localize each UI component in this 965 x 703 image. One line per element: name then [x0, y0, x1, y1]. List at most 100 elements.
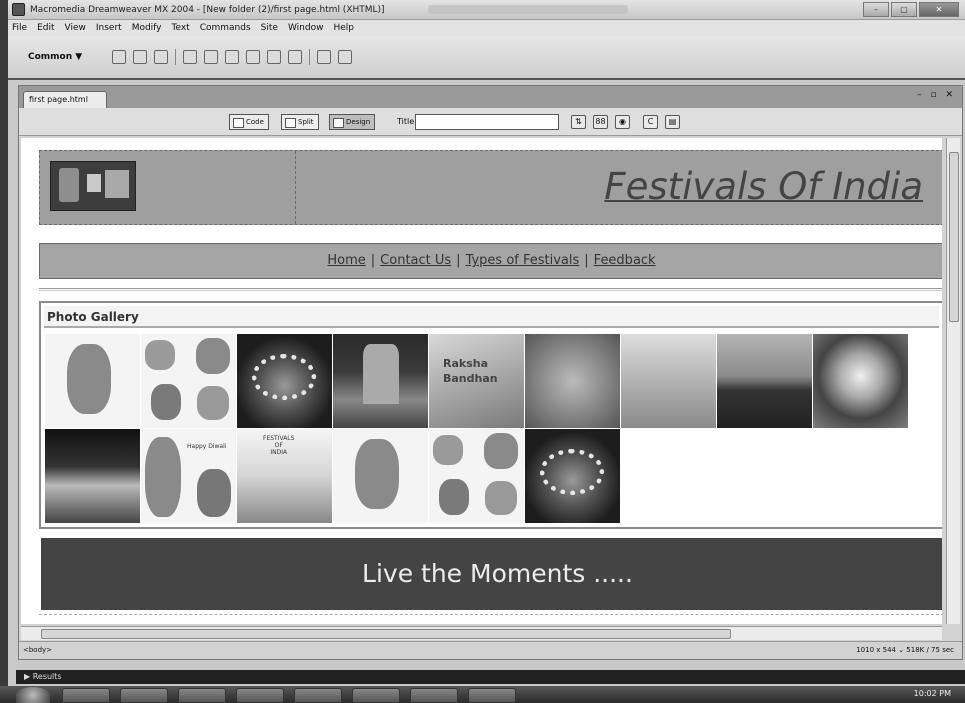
gallery-photo-crowd[interactable] [717, 334, 812, 428]
document-window-controls[interactable]: – ▫ ✕ [917, 90, 956, 100]
menu-modify[interactable]: Modify [132, 23, 162, 33]
menu-edit[interactable]: Edit [37, 23, 54, 33]
maximize-button[interactable]: ▢ [891, 2, 917, 17]
nav-link-feedback[interactable]: Feedback [594, 253, 656, 268]
diya-ring [252, 354, 316, 400]
gallery-photo-festivals-card[interactable]: FESTIVALS OF INDIA [237, 429, 332, 523]
menu-site[interactable]: Site [261, 23, 278, 33]
gallery-photo-india-map-2[interactable] [333, 429, 428, 523]
nav-separator: | [456, 253, 461, 268]
menu-help[interactable]: Help [333, 23, 354, 33]
gallery-photo-deity[interactable] [525, 334, 620, 428]
navigation-bar: Home | Contact Us | Types of Festivals | Feedb… [39, 243, 942, 279]
dreamweaver-window: Macromedia Dreamweaver MX 2004 - [New fo… [8, 0, 965, 703]
india-map-shape [355, 439, 399, 509]
gallery-photo-temple-night[interactable] [333, 334, 428, 428]
tag-chooser-icon[interactable] [338, 50, 353, 64]
design-view-button[interactable]: Design [329, 114, 376, 130]
refresh-icon[interactable]: C [643, 115, 658, 129]
photo-gallery: Photo Gallery Raksha Bandhan Happy Diwal… [39, 301, 942, 529]
insert-category-dropdown[interactable]: Common ▼ [28, 52, 82, 62]
view-options-icon[interactable]: ▤ [665, 115, 680, 129]
date-icon[interactable] [267, 50, 282, 64]
menu-text[interactable]: Text [172, 23, 190, 33]
file-management-icon[interactable]: ⇅ [571, 115, 586, 129]
menu-file[interactable]: File [12, 23, 27, 33]
page-header[interactable]: Festivals Of India [39, 150, 942, 225]
footer-rule [39, 614, 942, 615]
menu-bar: File Edit View Insert Modify Text Comman… [8, 20, 965, 36]
close-button[interactable]: ✕ [919, 2, 959, 17]
menu-insert[interactable]: Insert [96, 23, 122, 33]
template-icon[interactable] [317, 50, 332, 64]
nav-link-home[interactable]: Home [327, 253, 365, 268]
validate-icon[interactable]: 88 [593, 115, 608, 129]
temple-shape [363, 344, 399, 404]
taskbar-clock[interactable]: 10:02 PM [914, 689, 951, 698]
gallery-photo-chariot[interactable] [813, 334, 908, 428]
logo-figure [105, 170, 129, 198]
menu-view[interactable]: View [65, 23, 86, 33]
email-icon[interactable] [133, 50, 148, 64]
header-cell-divider [295, 151, 296, 224]
site-logo[interactable] [50, 161, 136, 211]
gallery-photo-india-map[interactable] [45, 334, 140, 428]
horizontal-scroll-thumb[interactable] [41, 629, 731, 639]
image-icon[interactable] [225, 50, 240, 64]
design-canvas[interactable]: Festivals Of India Home | Contact Us | Types… [21, 138, 942, 624]
title-bar: Macromedia Dreamweaver MX 2004 - [New fo… [8, 0, 965, 20]
window-controls: – ▢ ✕ [863, 2, 959, 17]
gallery-photo-raksha-bandhan[interactable]: Raksha Bandhan [429, 334, 524, 428]
gallery-photo-palace-lights[interactable] [45, 429, 140, 523]
anchor-icon[interactable] [154, 50, 169, 64]
collage-shape [145, 340, 175, 370]
layer-icon[interactable] [204, 50, 219, 64]
nav-link-types-of-festivals[interactable]: Types of Festivals [466, 253, 580, 268]
taskbar-app-button[interactable] [236, 688, 284, 703]
comment-icon[interactable] [288, 50, 303, 64]
title-label: Title: [397, 117, 417, 126]
gallery-title: Photo Gallery [44, 306, 939, 328]
vertical-scroll-thumb[interactable] [949, 152, 959, 322]
gallery-photo-collage[interactable] [141, 334, 236, 428]
toolbar-separator [175, 49, 177, 65]
taskbar-app-button[interactable] [120, 688, 168, 703]
vertical-scrollbar[interactable] [946, 138, 960, 624]
gallery-photo-collage-2[interactable] [429, 429, 524, 523]
gallery-photo-air-show[interactable] [621, 334, 716, 428]
taskbar-app-button[interactable] [62, 688, 110, 703]
taskbar-app-button[interactable] [468, 688, 516, 703]
menu-commands[interactable]: Commands [200, 23, 251, 33]
page-title-input[interactable] [415, 114, 559, 130]
hyperlink-icon[interactable] [112, 50, 127, 64]
media-icon[interactable] [246, 50, 261, 64]
start-button[interactable] [16, 687, 50, 703]
gallery-photo-diya-ring-2[interactable] [525, 429, 620, 523]
collage-shape [196, 338, 230, 374]
insert-bar: Common ▼ [8, 36, 965, 80]
taskbar-app-button[interactable] [294, 688, 342, 703]
menu-window[interactable]: Window [288, 23, 324, 33]
india-map-shape [67, 344, 111, 414]
preview-browser-icon[interactable]: ◉ [615, 115, 630, 129]
collage-shape [485, 481, 517, 515]
raksha-bandhan-text: Raksha Bandhan [443, 357, 498, 385]
horizontal-scrollbar[interactable] [21, 626, 942, 640]
taskbar-app-button[interactable] [410, 688, 458, 703]
tag-selector-body[interactable]: <body> [23, 646, 52, 654]
taskbar: 10:02 PM [0, 686, 965, 703]
split-view-button[interactable]: Split [281, 114, 319, 130]
taskbar-app-button[interactable] [352, 688, 400, 703]
gallery-photo-greeting-card[interactable]: Happy Diwali [141, 429, 236, 523]
greeting-text: Happy Diwali [187, 443, 227, 450]
code-view-button[interactable]: Code [229, 114, 269, 130]
table-icon[interactable] [183, 50, 198, 64]
nav-link-contact-us[interactable]: Contact Us [380, 253, 451, 268]
results-panel-header[interactable]: ▶ Results [16, 670, 965, 684]
site-title[interactable]: Festivals Of India [604, 165, 923, 208]
document-tab[interactable]: first page.html [23, 91, 107, 108]
minimize-button[interactable]: – [863, 2, 889, 17]
gallery-photo-diya-ring[interactable] [237, 334, 332, 428]
taskbar-app-button[interactable] [178, 688, 226, 703]
page-footer[interactable]: Live the Moments ..... [41, 538, 942, 610]
